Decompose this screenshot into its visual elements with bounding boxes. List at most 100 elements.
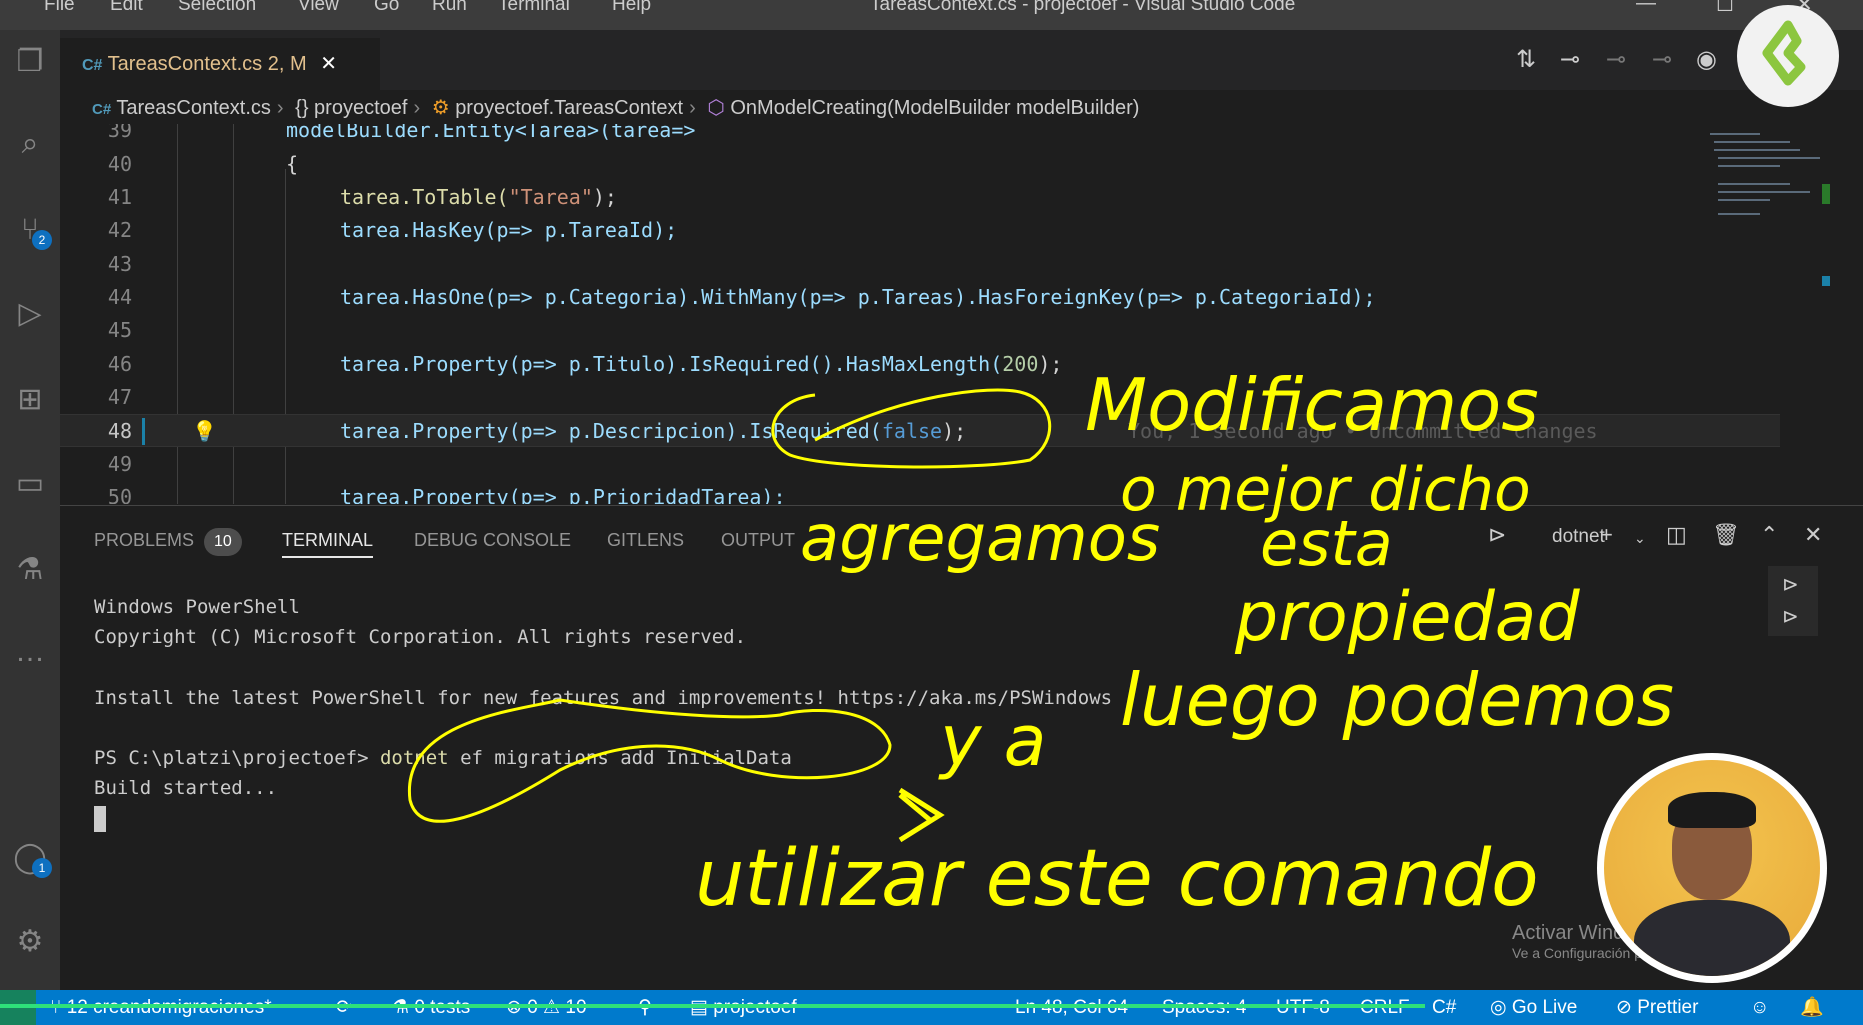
code-editor[interactable]: 39 modelBuilder.Entity<Tarea>(tarea=> 40 {… [60, 124, 1780, 504]
tab-tareascontext[interactable]: C# TareasContext.cs 2, M ✕ [60, 38, 380, 90]
code-line: modelBuilder.Entity<Tarea>(tarea=> [286, 124, 696, 142]
terminal-instance-icon[interactable]: ⊳ [1782, 572, 1799, 597]
breadcrumb-file[interactable]: TareasContext.cs [116, 97, 271, 119]
more-icon[interactable]: … [8, 630, 52, 674]
minimap[interactable] [1700, 124, 1830, 504]
timeline-icon[interactable]: ⊸ [1652, 45, 1672, 74]
line-number: 50 [107, 485, 132, 504]
terminal-dropdown-icon[interactable]: ⌄ [1634, 530, 1646, 547]
title-bar: File Edit Selection View Go Run Terminal… [0, 0, 1863, 30]
open-changes-icon[interactable]: ⇅ [1516, 45, 1536, 74]
breadcrumb: C# TareasContext.cs › {} proyectoef › ⚙ pr… [92, 97, 1140, 119]
tab-output[interactable]: OUTPUT [721, 522, 795, 558]
terminal-name[interactable]: dotnet [1552, 526, 1605, 548]
code-line: tarea.Property(p=> p.PrioridadTarea); [340, 485, 786, 504]
status-golive[interactable]: ◎ Go Live [1490, 990, 1577, 1025]
run-debug-icon[interactable]: ▷ [8, 292, 52, 336]
tab-bar: C# TareasContext.cs 2, M ✕ ⇅ ⊸ ⊸ ⊸ ◉ [60, 30, 1863, 90]
class-icon: ⚙ [431, 97, 450, 119]
menu-run[interactable]: Run [432, 0, 467, 16]
menu-terminal[interactable]: Terminal [498, 0, 570, 16]
terminal-line: Windows PowerShell [94, 596, 300, 618]
kill-terminal-icon[interactable]: 🗑 [1712, 522, 1740, 548]
menu-selection[interactable]: Selection [178, 0, 256, 16]
tab-debug-console[interactable]: DEBUG CONSOLE [414, 522, 571, 558]
gitlens-icon[interactable]: ◉ [1696, 45, 1717, 74]
code-line: tarea.HasOne(p=> p.Categoria).WithMany(p… [340, 285, 1376, 309]
feedback-icon[interactable]: ☺ [1750, 990, 1769, 1025]
extensions-icon[interactable]: ⊞ [8, 378, 52, 422]
line-number: 43 [107, 252, 132, 276]
menu-file[interactable]: File [44, 0, 75, 16]
terminal-line: Install the latest PowerShell for new fe… [94, 687, 1113, 709]
source-control-icon[interactable]: ⑂ 2 [8, 208, 52, 252]
csharp-icon: C# [92, 101, 112, 118]
breadcrumb-namespace[interactable]: {} proyectoef [295, 97, 407, 119]
status-language[interactable]: C# [1432, 990, 1456, 1025]
git-blame-annotation: You, 1 second ago • Uncommitted changes [1128, 419, 1598, 443]
close-panel-icon[interactable]: ✕ [1804, 522, 1822, 548]
code-line: tarea.Property(p=> p.Descripcion).IsRequ… [340, 419, 967, 443]
split-terminal-icon[interactable]: ◫ [1666, 522, 1687, 548]
close-tab-icon[interactable]: ✕ [320, 53, 337, 75]
code-line: { [286, 152, 299, 176]
line-number: 41 [107, 185, 132, 209]
maximize-panel-icon[interactable]: ⌃ [1760, 522, 1778, 548]
previous-revision-icon[interactable]: ⊸ [1560, 45, 1580, 74]
line-number: 44 [107, 285, 132, 309]
remote-explorer-icon[interactable]: ▭ [8, 462, 52, 506]
terminal-line: Copyright (C) Microsoft Corporation. All… [94, 626, 747, 648]
minimize-icon[interactable]: — [1636, 0, 1656, 15]
settings-gear-icon[interactable]: ⚙ [8, 920, 52, 964]
line-number: 46 [107, 352, 132, 376]
notifications-icon[interactable]: 🔔 [1800, 990, 1824, 1025]
terminal-prompt[interactable]: PS C:\platzi\projectoef> dotnet ef migra… [94, 747, 792, 769]
terminal-cursor [94, 806, 106, 832]
tab-problems[interactable]: PROBLEMS 10 [94, 522, 242, 558]
code-line: tarea.HasKey(p=> p.TareaId); [340, 218, 678, 242]
new-terminal-icon[interactable]: + [1600, 522, 1613, 548]
breadcrumb-method[interactable]: OnModelCreating(ModelBuilder modelBuilde… [730, 97, 1139, 119]
line-number: 47 [107, 385, 132, 409]
code-line: tarea.Property(p=> p.Titulo).IsRequired(… [340, 352, 1063, 376]
line-number: 48 [107, 419, 132, 443]
line-number: 49 [107, 452, 132, 476]
source-control-badge: 2 [32, 230, 52, 250]
modified-gutter-indicator [142, 418, 145, 445]
terminal-line: Build started... [94, 777, 278, 799]
testing-icon[interactable]: ⚗ [8, 548, 52, 592]
csharp-file-icon: C# [82, 57, 103, 74]
code-line: tarea.ToTable("Tarea"); [340, 185, 617, 209]
terminal-instance-icon[interactable]: ⊳ [1782, 604, 1799, 629]
search-icon[interactable]: ⌕ [8, 122, 52, 166]
bottom-panel: PROBLEMS 10 TERMINAL DEBUG CONSOLE GITLEN… [60, 505, 1863, 990]
accounts-icon[interactable]: ◯ 1 [8, 836, 52, 880]
accounts-badge: 1 [32, 858, 52, 878]
video-progress-bar[interactable] [0, 1004, 1425, 1008]
tab-terminal[interactable]: TERMINAL [282, 522, 374, 558]
tab-gitlens[interactable]: GITLENS [607, 522, 684, 558]
line-number: 42 [107, 218, 132, 242]
tab-status: 2, M [267, 53, 307, 75]
terminal-list: ⊳ ⊳ [1768, 566, 1818, 636]
webcam-overlay [1597, 753, 1827, 983]
menu-edit[interactable]: Edit [110, 0, 143, 16]
problems-count-badge: 10 [204, 528, 242, 556]
maximize-icon[interactable]: ☐ [1716, 0, 1734, 17]
menu-view[interactable]: View [298, 0, 339, 16]
tab-label: TareasContext.cs [107, 53, 263, 75]
activity-bar: ❐ ⌕ ⑂ 2 ▷ ⊞ ▭ ⚗ … ◯ 1 ⚙ [0, 30, 60, 990]
lightbulb-icon[interactable]: 💡 [192, 415, 217, 448]
next-revision-icon[interactable]: ⊸ [1606, 45, 1626, 74]
menu-go[interactable]: Go [374, 0, 399, 16]
current-line: 48 💡 tarea.Property(p=> p.Descripcion).IsR… [60, 414, 1780, 447]
presenter-video [1604, 760, 1820, 976]
method-icon: ⬡ [707, 97, 725, 119]
window-title: TareasContext.cs - projectoef - Visual S… [870, 0, 1296, 15]
status-prettier[interactable]: ⊘ Prettier [1616, 990, 1698, 1025]
terminal-shell-icon: ⊳ [1488, 522, 1507, 547]
explorer-icon[interactable]: ❐ [8, 40, 52, 84]
line-number: 45 [107, 318, 132, 342]
menu-help[interactable]: Help [612, 0, 651, 16]
breadcrumb-class[interactable]: proyectoef.TareasContext [455, 97, 683, 119]
